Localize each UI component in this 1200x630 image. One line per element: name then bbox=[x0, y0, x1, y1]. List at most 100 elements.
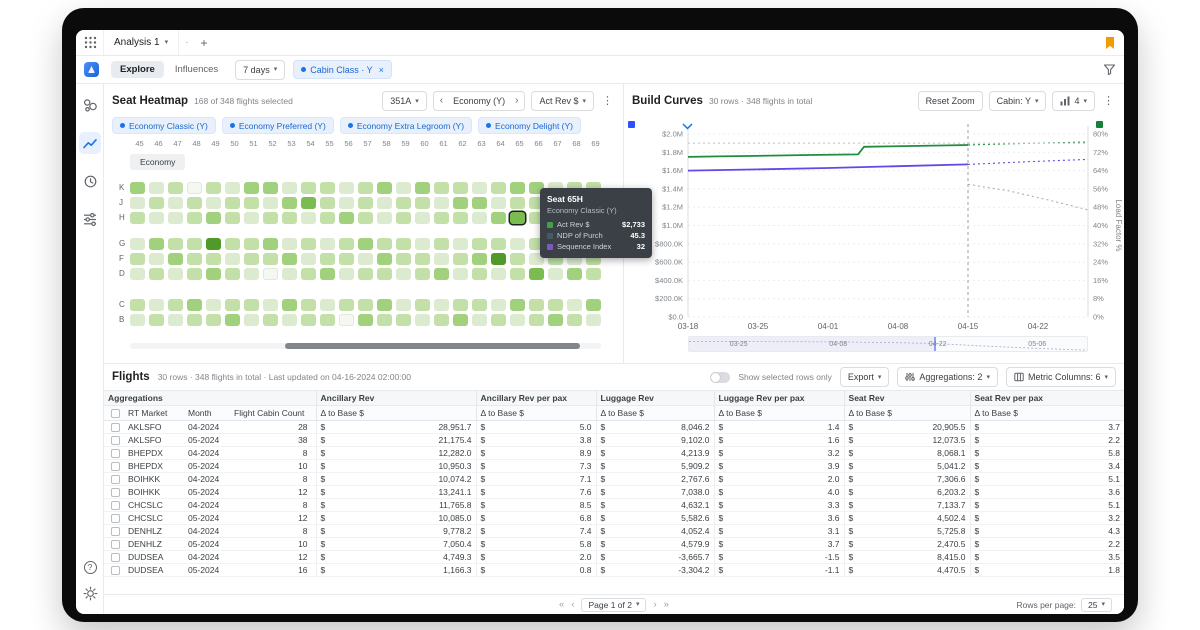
seat-56G[interactable] bbox=[339, 237, 354, 250]
table-row[interactable]: BOIHKK 04-2024 8 $10,074.2 $7.1 $2,767.6 $2.0 $… bbox=[104, 472, 1124, 486]
row-checkbox[interactable] bbox=[111, 462, 120, 472]
seat-61G[interactable] bbox=[434, 237, 449, 250]
seat-67C[interactable] bbox=[548, 298, 563, 311]
tab-analysis[interactable]: Analysis 1 ▾ bbox=[103, 30, 180, 55]
seat-65C[interactable] bbox=[510, 298, 525, 311]
row-checkbox[interactable] bbox=[111, 566, 120, 576]
seat-57G[interactable] bbox=[358, 237, 373, 250]
seat-52G[interactable] bbox=[263, 237, 278, 250]
row-checkbox[interactable] bbox=[111, 449, 120, 459]
seat-59C[interactable] bbox=[396, 298, 411, 311]
table-row[interactable]: BOIHKK 05-2024 12 $13,241.1 $7.6 $7,038.0 $4.0… bbox=[104, 485, 1124, 499]
seat-60H[interactable] bbox=[415, 211, 430, 224]
seat-46G[interactable] bbox=[149, 237, 164, 250]
seat-46F[interactable] bbox=[149, 252, 164, 265]
pager-next-icon[interactable]: › bbox=[509, 96, 524, 106]
seat-52H[interactable] bbox=[263, 211, 278, 224]
seat-59H[interactable] bbox=[396, 211, 411, 224]
seat-63B[interactable] bbox=[472, 313, 487, 326]
seat-58B[interactable] bbox=[377, 313, 392, 326]
seat-59K[interactable] bbox=[396, 181, 411, 194]
rows-per-page-select[interactable]: 25 ▾ bbox=[1081, 597, 1112, 612]
seat-45D[interactable] bbox=[130, 267, 145, 280]
seat-53G[interactable] bbox=[282, 237, 297, 250]
seat-61J[interactable] bbox=[434, 196, 449, 209]
kebab-menu-icon[interactable]: ⋮ bbox=[1101, 95, 1116, 107]
seat-48H[interactable] bbox=[187, 211, 202, 224]
seat-60C[interactable] bbox=[415, 298, 430, 311]
seat-65F[interactable] bbox=[510, 252, 525, 265]
seat-64C[interactable] bbox=[491, 298, 506, 311]
seat-62J[interactable] bbox=[453, 196, 468, 209]
seat-51H[interactable] bbox=[244, 211, 259, 224]
seat-66B[interactable] bbox=[529, 313, 544, 326]
seat-46K[interactable] bbox=[149, 181, 164, 194]
seat-64K[interactable] bbox=[491, 181, 506, 194]
seat-58C[interactable] bbox=[377, 298, 392, 311]
build-curves-chart[interactable]: $2.0M 80% $1.8M 72% $1.6M 64% $1.4M 56% $1.2M 48%… bbox=[624, 120, 1124, 332]
seat-49H[interactable] bbox=[206, 211, 221, 224]
seat-65H[interactable] bbox=[510, 211, 525, 224]
kebab-menu-icon[interactable]: ⋮ bbox=[600, 95, 615, 107]
row-checkbox[interactable] bbox=[111, 540, 120, 550]
seat-46B[interactable] bbox=[149, 313, 164, 326]
seat-59J[interactable] bbox=[396, 196, 411, 209]
chart-range-selector[interactable]: 03-25 04-08 04-22 05-06 bbox=[688, 336, 1088, 352]
seat-51D[interactable] bbox=[244, 267, 259, 280]
row-checkbox[interactable] bbox=[111, 501, 120, 511]
aggregations-button[interactable]: Aggregations: 2 ▾ bbox=[897, 367, 998, 387]
seat-62H[interactable] bbox=[453, 211, 468, 224]
seat-67D[interactable] bbox=[548, 267, 563, 280]
seat-45J[interactable] bbox=[130, 196, 145, 209]
seat-55D[interactable] bbox=[320, 267, 335, 280]
seat-54J[interactable] bbox=[301, 196, 316, 209]
seat-49K[interactable] bbox=[206, 181, 221, 194]
seat-48K[interactable] bbox=[187, 181, 202, 194]
seat-55G[interactable] bbox=[320, 237, 335, 250]
seat-68B[interactable] bbox=[567, 313, 582, 326]
seat-63C[interactable] bbox=[472, 298, 487, 311]
seat-60D[interactable] bbox=[415, 267, 430, 280]
seat-51F[interactable] bbox=[244, 252, 259, 265]
seat-51B[interactable] bbox=[244, 313, 259, 326]
seat-65G[interactable] bbox=[510, 237, 525, 250]
settings-gear-icon[interactable] bbox=[79, 582, 101, 604]
seat-60K[interactable] bbox=[415, 181, 430, 194]
table-row[interactable]: DUDSEA 04-2024 12 $4,749.3 $2.0 $ -3,665.7 $ -1.… bbox=[104, 550, 1124, 564]
seat-45K[interactable] bbox=[130, 181, 145, 194]
seat-63F[interactable] bbox=[472, 252, 487, 265]
seat-50G[interactable] bbox=[225, 237, 240, 250]
tab-caret-icon[interactable]: ▾ bbox=[165, 39, 169, 46]
reset-zoom-button[interactable]: Reset Zoom bbox=[917, 91, 983, 111]
seat-63K[interactable] bbox=[472, 181, 487, 194]
seat-50F[interactable] bbox=[225, 252, 240, 265]
seat-47J[interactable] bbox=[168, 196, 183, 209]
seat-64J[interactable] bbox=[491, 196, 506, 209]
seat-49J[interactable] bbox=[206, 196, 221, 209]
table-row[interactable]: DENHLZ 04-2024 8 $9,778.2 $7.4 $4,052.4 $3.1 $5… bbox=[104, 524, 1124, 538]
select-all-checkbox[interactable] bbox=[111, 409, 120, 419]
seat-54K[interactable] bbox=[301, 181, 316, 194]
seat-58F[interactable] bbox=[377, 252, 392, 265]
seat-51G[interactable] bbox=[244, 237, 259, 250]
filter-chip-cabin-class[interactable]: Cabin Class · Y × bbox=[293, 60, 392, 79]
seat-45C[interactable] bbox=[130, 298, 145, 311]
seat-49G[interactable] bbox=[206, 237, 221, 250]
seat-49C[interactable] bbox=[206, 298, 221, 311]
seat-57K[interactable] bbox=[358, 181, 373, 194]
seat-48J[interactable] bbox=[187, 196, 202, 209]
seat-68C[interactable] bbox=[567, 298, 582, 311]
nav-history-icon[interactable] bbox=[79, 170, 101, 192]
seat-65D[interactable] bbox=[510, 267, 525, 280]
apps-grid-icon[interactable] bbox=[84, 36, 97, 49]
bookmark-icon[interactable] bbox=[1104, 36, 1116, 50]
help-icon[interactable]: ? bbox=[79, 556, 101, 578]
seat-47C[interactable] bbox=[168, 298, 183, 311]
seat-53K[interactable] bbox=[282, 181, 297, 194]
seat-52K[interactable] bbox=[263, 181, 278, 194]
seat-48D[interactable] bbox=[187, 267, 202, 280]
row-checkbox[interactable] bbox=[111, 475, 120, 485]
seat-61F[interactable] bbox=[434, 252, 449, 265]
seat-57F[interactable] bbox=[358, 252, 373, 265]
seat-class-chip[interactable]: Economy Extra Legroom (Y) bbox=[339, 117, 473, 134]
